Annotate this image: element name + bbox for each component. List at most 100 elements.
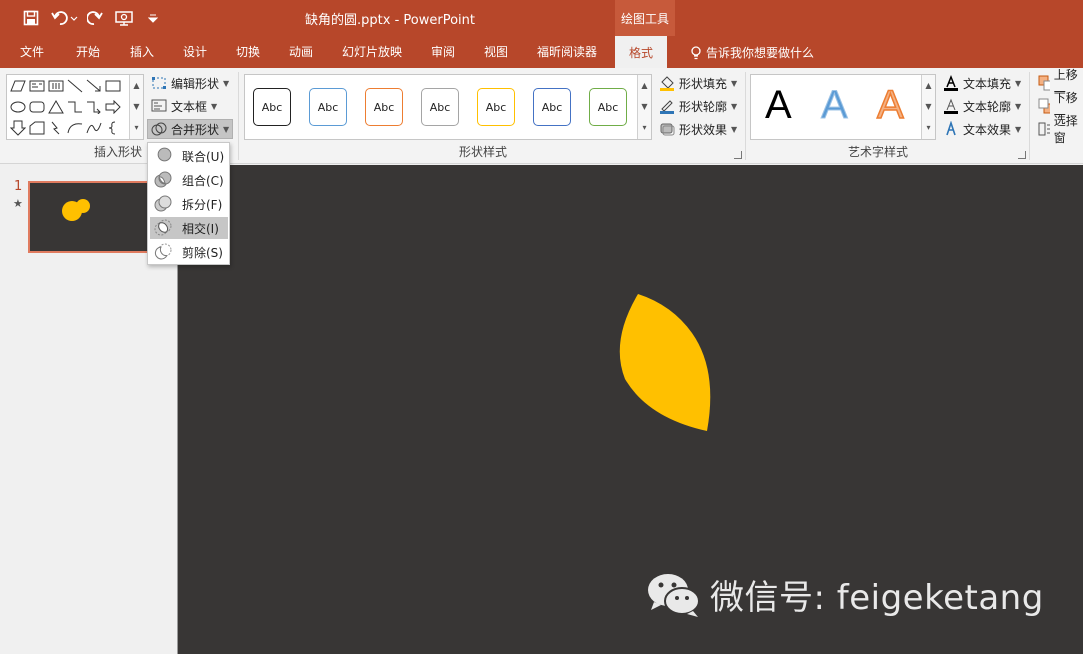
tell-me-search[interactable]: 告诉我你想要做什么 — [690, 44, 814, 61]
wordart-sample-black[interactable]: A — [765, 83, 792, 128]
menu-item-combine[interactable]: 组合(C) — [150, 169, 228, 191]
tab-review[interactable]: 审阅 — [431, 43, 455, 60]
shapes-gallery-scroll[interactable]: ▲ ▼ ▾ — [129, 75, 143, 139]
lightning-shape-icon[interactable] — [47, 119, 65, 137]
edit-shape-label: 编辑形状 — [171, 76, 220, 91]
wordart-sample-blue[interactable]: A — [821, 83, 849, 128]
wordart-gallery[interactable]: A A A ▲ ▼ ▾ — [750, 74, 936, 140]
tab-foxit-reader[interactable]: 福昕阅读器 — [537, 43, 597, 60]
text-box-icon — [151, 99, 167, 112]
animation-star-icon: ★ — [13, 197, 23, 210]
menu-item-subtract[interactable]: 剪除(S) — [150, 241, 228, 263]
shape-style-swatch[interactable]: Abc — [421, 88, 459, 126]
text-box-label: 文本框 — [171, 99, 208, 114]
vertical-textbox-icon[interactable] — [47, 77, 65, 95]
text-outline-button[interactable]: 文本轮廓 ▼ — [940, 96, 1024, 116]
tab-slideshow[interactable]: 幻灯片放映 — [342, 43, 402, 60]
merge-shapes-icon — [151, 122, 167, 136]
pentagon-shape-icon[interactable] — [28, 119, 46, 137]
wordart-gallery-scroll[interactable]: ▲ ▼ ▾ — [921, 75, 935, 139]
text-box-button[interactable]: 文本框 ▼ — [148, 96, 220, 116]
rectangle-icon[interactable] — [104, 77, 122, 95]
tab-format[interactable]: 格式 — [615, 36, 668, 68]
chevron-down-icon: ▼ — [1015, 78, 1022, 88]
scroll-down-icon[interactable]: ▼ — [130, 96, 143, 117]
arrow-line-icon[interactable] — [85, 77, 103, 95]
slide-canvas[interactable]: 微信号: feigeketang — [177, 165, 1083, 654]
scroll-up-icon[interactable]: ▲ — [638, 75, 651, 96]
tab-transitions[interactable]: 切换 — [236, 43, 260, 60]
oval-icon[interactable] — [9, 98, 27, 116]
tab-view[interactable]: 视图 — [484, 43, 508, 60]
selection-pane-button[interactable]: 选择窗 — [1035, 114, 1083, 145]
union-label: 联合(U) — [182, 149, 225, 164]
shape-style-swatch[interactable]: Abc — [309, 88, 347, 126]
merge-shapes-button[interactable]: 合并形状 ▼ — [147, 119, 234, 139]
shape-fill-button[interactable]: 形状填充 ▼ — [656, 73, 740, 93]
shape-style-swatch[interactable]: Abc — [589, 88, 627, 126]
shape-effects-button[interactable]: 形状效果 ▼ — [656, 119, 740, 139]
elbow-arrow-connector-icon[interactable] — [85, 98, 103, 116]
text-effects-button[interactable]: 文本效果 ▼ — [940, 119, 1024, 139]
wordart-styles-group-label: 艺术字样式 — [848, 145, 909, 159]
menu-item-union[interactable]: 联合(U) — [150, 145, 228, 167]
brace-icon[interactable] — [104, 119, 122, 137]
chevron-down-icon: ▼ — [731, 101, 738, 111]
combine-icon — [154, 171, 172, 189]
curve-icon[interactable] — [85, 119, 103, 137]
wordart-styles-launcher-icon[interactable] — [1018, 151, 1026, 159]
text-outline-label: 文本轮廓 — [963, 99, 1012, 114]
chevron-down-icon: ▼ — [223, 78, 230, 88]
shape-style-gallery[interactable]: Abc Abc Abc Abc Abc Abc Abc ▲ ▼ ▾ — [244, 74, 652, 140]
rounded-rectangle-icon[interactable] — [28, 98, 46, 116]
menu-item-fragment[interactable]: 拆分(F) — [150, 193, 228, 215]
style-gallery-scroll[interactable]: ▲ ▼ ▾ — [637, 75, 651, 139]
shape-outline-label: 形状轮廓 — [679, 99, 728, 114]
shape-style-swatch[interactable]: Abc — [365, 88, 403, 126]
text-effects-icon — [946, 121, 956, 136]
shape-style-swatch[interactable]: Abc — [477, 88, 515, 126]
tab-design[interactable]: 设计 — [183, 43, 207, 60]
paint-bucket-icon — [660, 76, 674, 91]
line-icon[interactable] — [66, 77, 84, 95]
text-fill-label: 文本填充 — [963, 76, 1012, 91]
shape-styles-launcher-icon[interactable] — [734, 151, 742, 159]
triangle-icon[interactable] — [47, 98, 65, 116]
slide-thumbnail[interactable] — [28, 181, 152, 253]
scroll-down-icon[interactable]: ▼ — [922, 96, 935, 117]
subtract-label: 剪除(S) — [182, 245, 223, 260]
elbow-connector-icon[interactable] — [66, 98, 84, 116]
tab-insert[interactable]: 插入 — [130, 43, 154, 60]
right-arrow-shape-icon[interactable] — [104, 98, 122, 116]
edit-shape-icon — [152, 77, 166, 89]
more-icon[interactable]: ▾ — [638, 117, 651, 138]
shapes-gallery[interactable]: ▲ ▼ ▾ — [6, 74, 144, 140]
shape-outline-button[interactable]: 形状轮廓 ▼ — [656, 96, 740, 116]
more-icon[interactable]: ▾ — [922, 117, 935, 138]
edit-shape-button[interactable]: 编辑形状 ▼ — [148, 73, 232, 93]
tab-home[interactable]: 开始 — [76, 43, 100, 60]
more-icon[interactable]: ▾ — [130, 117, 143, 138]
down-arrow-shape-icon[interactable] — [9, 119, 27, 137]
intersect-label: 相交(I) — [182, 221, 219, 236]
leaf-intersect-shape[interactable] — [619, 294, 711, 431]
chevron-down-icon: ▼ — [731, 78, 738, 88]
scroll-down-icon[interactable]: ▼ — [638, 96, 651, 117]
tab-animations[interactable]: 动画 — [289, 43, 313, 60]
watermark-text: 微信号: feigeketang — [710, 578, 1044, 618]
bring-forward-icon — [1038, 75, 1050, 91]
menu-item-intersect[interactable]: 相交(I) — [150, 217, 228, 239]
group-divider — [745, 72, 746, 160]
subtract-icon — [154, 243, 172, 261]
textbox-shape-icon[interactable] — [28, 77, 46, 95]
text-fill-button[interactable]: 文本填充 ▼ — [940, 73, 1024, 93]
parallelogram-icon[interactable] — [9, 77, 27, 95]
union-icon — [154, 147, 172, 165]
arc-icon[interactable] — [66, 119, 84, 137]
tab-file[interactable]: 文件 — [20, 43, 44, 60]
shape-style-swatch[interactable]: Abc — [533, 88, 571, 126]
scroll-up-icon[interactable]: ▲ — [922, 75, 935, 96]
shape-style-swatch[interactable]: Abc — [253, 88, 291, 126]
wordart-sample-orange[interactable]: A — [876, 82, 904, 128]
scroll-up-icon[interactable]: ▲ — [130, 75, 143, 96]
